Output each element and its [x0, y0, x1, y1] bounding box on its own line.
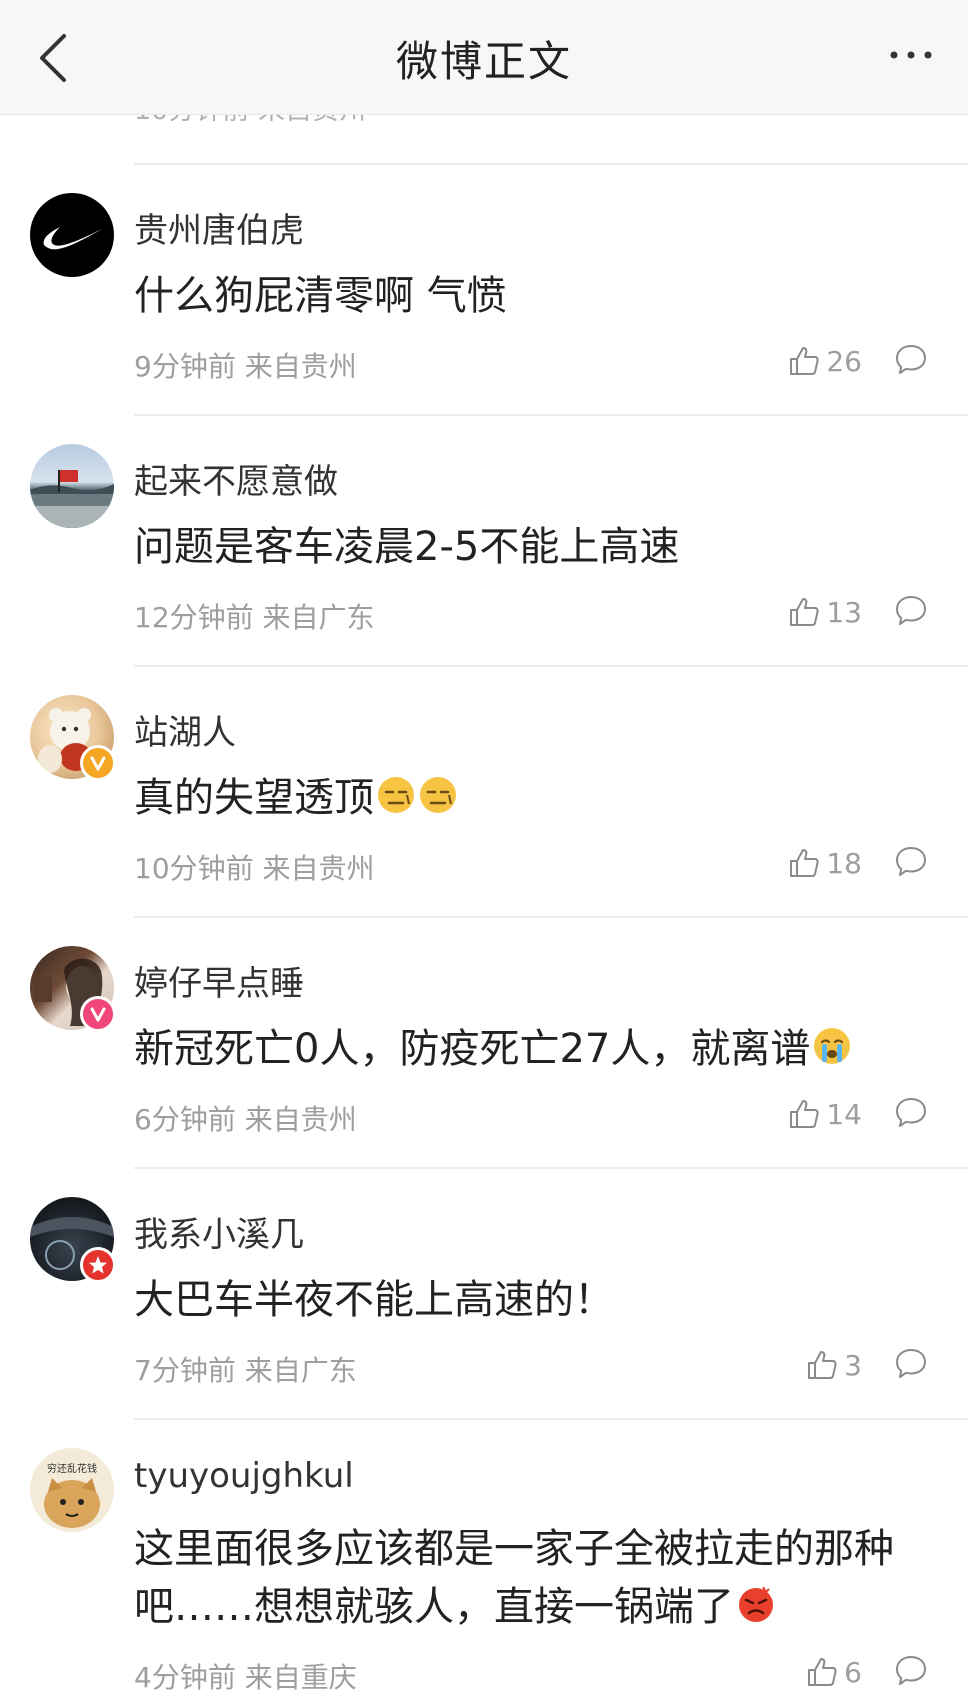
comment-text: 问题是客车凌晨2-5不能上高速 — [134, 524, 680, 570]
like-count: 14 — [826, 1097, 862, 1131]
username[interactable]: 婷仔早点睡 — [134, 956, 304, 1005]
like-button[interactable]: 3 — [806, 1345, 862, 1385]
verified-badge-icon — [80, 996, 116, 1032]
comment-bubble-icon[interactable] — [894, 1347, 928, 1381]
username[interactable]: 起来不愿意做 — [134, 454, 338, 503]
like-count: 13 — [826, 595, 862, 629]
comment-meta: 12分钟前 来自广东 — [134, 601, 375, 634]
comment-text: 真的失望透顶 — [134, 775, 374, 821]
comment-text-line-1: 这里面很多应该都是一家子全被拉走的那种 — [134, 1526, 894, 1572]
thumbs-up-icon — [790, 598, 819, 626]
like-count: 26 — [826, 344, 862, 378]
divider — [134, 163, 968, 165]
username[interactable]: 我系小溪几 — [134, 1207, 304, 1256]
avatar[interactable]: 穷还乱花钱 — [30, 1448, 114, 1532]
like-button[interactable]: 6 — [806, 1652, 862, 1692]
comment-item: 我系小溪几 大巴车半夜不能上高速的！ 7分钟前 来自广东 3 — [0, 1167, 968, 1418]
like-button[interactable]: 13 — [788, 592, 862, 632]
emoji-angry-icon — [739, 1586, 773, 1622]
username[interactable]: 站湖人 — [134, 705, 236, 754]
comment-bubble-icon[interactable] — [894, 1096, 928, 1130]
top-nav-bar: 微博正文 — [0, 0, 968, 115]
thumbs-up-icon — [808, 1351, 837, 1379]
emoji-smirk-icon — [378, 777, 414, 813]
divider — [134, 665, 968, 667]
like-count: 3 — [844, 1348, 862, 1382]
comment-text-line: 真的失望透顶 — [134, 769, 458, 827]
comment-text-line: 新冠死亡0人，防疫死亡27人，就离谱 — [134, 1020, 852, 1078]
emoji-smirk-icon — [420, 777, 456, 813]
like-button[interactable]: 18 — [788, 843, 862, 883]
thumbs-up-icon — [790, 1100, 819, 1128]
verified-badge-icon — [80, 745, 116, 781]
verified-badge-icon — [80, 1247, 116, 1283]
avatar[interactable] — [30, 444, 114, 528]
comment-item: 起来不愿意做 问题是客车凌晨2-5不能上高速 12分钟前 来自广东 13 — [0, 414, 968, 665]
comment-item: 婷仔早点睡 新冠死亡0人，防疫死亡27人，就离谱 6分钟前 来自贵州 14 — [0, 916, 968, 1167]
emoji-crying-icon — [814, 1028, 851, 1064]
divider — [134, 916, 968, 918]
comment-bubble-icon[interactable] — [894, 594, 928, 628]
thumbs-up-icon — [790, 849, 819, 877]
page-title: 微博正文 — [395, 37, 572, 86]
divider — [134, 1167, 968, 1169]
comment-bubble-icon[interactable] — [894, 1654, 928, 1688]
like-count: 6 — [844, 1655, 862, 1689]
comment-bubble-icon[interactable] — [894, 343, 928, 377]
like-button[interactable]: 14 — [788, 1094, 862, 1134]
like-button[interactable]: 26 — [788, 341, 862, 381]
comment-item: 贵州唐伯虎 什么狗屁清零啊 气愤 9分钟前 来自贵州 26 — [0, 163, 968, 414]
comment-meta: 6分钟前 来自贵州 — [134, 1103, 357, 1136]
avatar-stamp-text: 穷还乱花钱 — [47, 1464, 97, 1475]
avatar[interactable] — [30, 193, 114, 277]
divider — [134, 1418, 968, 1420]
comment-bubble-icon[interactable] — [894, 845, 928, 879]
comment-item: 站湖人 真的失望透顶 10分钟前 来自贵州 18 — [0, 665, 968, 916]
swoosh-logo-icon — [43, 227, 102, 250]
comment-meta: 9分钟前 来自贵州 — [134, 350, 357, 383]
more-dots-icon[interactable] — [886, 40, 936, 70]
comment-meta: 7分钟前 来自广东 — [134, 1354, 357, 1387]
comment-text: 吧……想想就骇人，直接一锅端了 — [134, 1584, 734, 1630]
comment-text: 新冠死亡0人，防疫死亡27人，就离谱 — [134, 1026, 811, 1072]
comment-text-line-2: 吧……想想就骇人，直接一锅端了 — [134, 1578, 776, 1636]
username[interactable]: tyuyoujghkul — [134, 1456, 354, 1496]
like-count: 18 — [826, 846, 862, 880]
comment-text: 大巴车半夜不能上高速的！ — [134, 1277, 614, 1323]
thumbs-up-icon — [790, 347, 819, 375]
username[interactable]: 贵州唐伯虎 — [134, 203, 304, 252]
flag-scene-image — [30, 470, 114, 528]
comment-meta: 10分钟前 来自贵州 — [134, 852, 375, 885]
comment-text: 什么狗屁清零啊 气愤 — [134, 273, 507, 319]
divider — [134, 414, 968, 416]
thumbs-up-icon — [808, 1658, 837, 1686]
comment-item: 穷还乱花钱 tyuyoujghkul 这里面很多应该都是一家子全被拉走的那种 吧… — [0, 1418, 968, 1694]
comment-meta: 4分钟前 来自重庆 — [134, 1661, 357, 1694]
